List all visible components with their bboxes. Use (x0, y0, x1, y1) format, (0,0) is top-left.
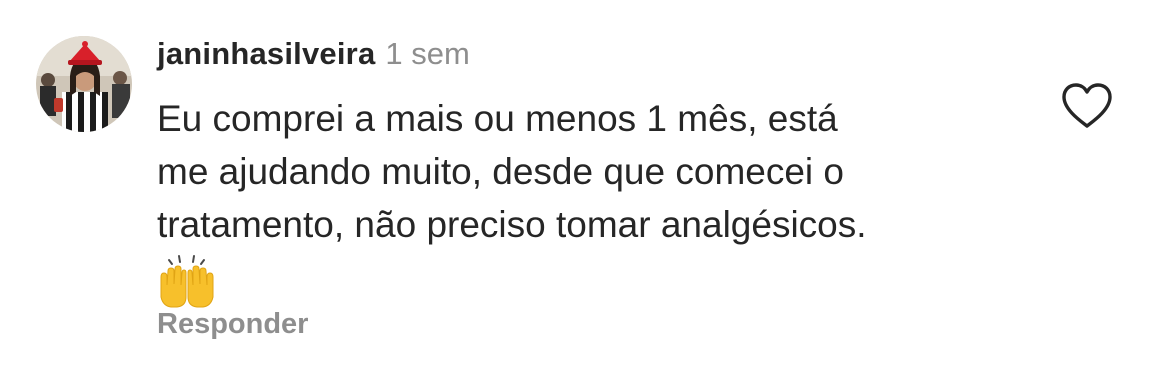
comment-text-line: me ajudando muito, desde que comecei o (157, 151, 844, 192)
comment-header: janinhasilveira 1 sem (157, 36, 470, 78)
heart-outline-icon (1062, 83, 1112, 128)
comment-item: janinhasilveira 1 sem Eu comprei a mais … (0, 0, 1170, 378)
user-avatar-photo-icon (36, 36, 132, 132)
raising-hands-icon (160, 255, 214, 308)
comment-timestamp: 1 sem (385, 36, 470, 71)
comment-text-line: tratamento, não preciso tomar analgésico… (157, 204, 867, 245)
comment-text-line: Eu comprei a mais ou menos 1 mês, está (157, 98, 838, 139)
username-link[interactable]: janinhasilveira (157, 36, 375, 72)
avatar[interactable] (36, 36, 132, 132)
raising-hands-emoji (157, 251, 1037, 309)
reply-button[interactable]: Responder (157, 308, 308, 341)
like-button[interactable] (1060, 82, 1114, 130)
comment-text: Eu comprei a mais ou menos 1 mês, está m… (157, 92, 1037, 309)
